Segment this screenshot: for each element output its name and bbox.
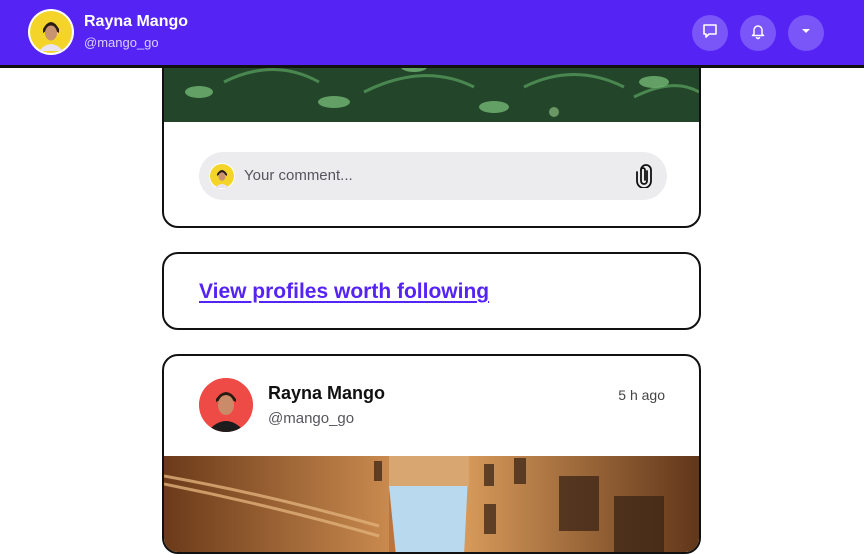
post-timestamp: 5 h ago bbox=[618, 387, 665, 403]
suggestions-card: View profiles worth following bbox=[162, 252, 701, 330]
post-card: Rayna Mango @mango_go 5 h ago bbox=[162, 354, 701, 554]
avatar bbox=[209, 163, 235, 189]
paperclip-icon[interactable] bbox=[633, 164, 655, 189]
top-bar: Rayna Mango @mango_go bbox=[0, 0, 864, 68]
comment-placeholder: Your comment... bbox=[244, 167, 353, 184]
notifications-button[interactable] bbox=[740, 15, 776, 51]
header-user-name: Rayna Mango bbox=[84, 13, 189, 30]
bell-icon bbox=[749, 22, 767, 45]
post-author-handle: @mango_go bbox=[268, 410, 355, 427]
caret-down-icon bbox=[799, 24, 813, 43]
view-profiles-link[interactable]: View profiles worth following bbox=[199, 280, 489, 304]
post-author-name[interactable]: Rayna Mango bbox=[268, 383, 385, 404]
account-menu-button[interactable] bbox=[788, 15, 824, 51]
messages-button[interactable] bbox=[692, 15, 728, 51]
comment-input[interactable]: Your comment... bbox=[199, 152, 667, 200]
post-image[interactable] bbox=[164, 456, 699, 552]
avatar[interactable] bbox=[199, 378, 253, 432]
header-user-handle: @mango_go bbox=[84, 35, 159, 50]
message-icon bbox=[701, 22, 719, 45]
avatar[interactable] bbox=[28, 9, 74, 55]
